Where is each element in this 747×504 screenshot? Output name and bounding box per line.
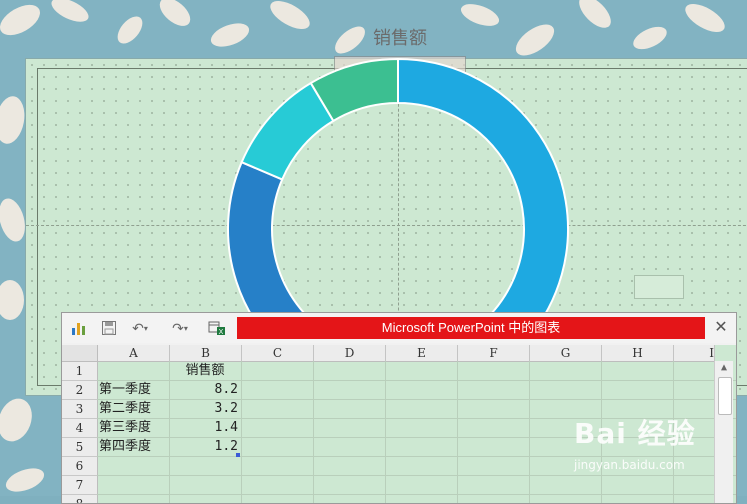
grid-line xyxy=(457,361,458,503)
column-header-e[interactable]: E xyxy=(386,345,458,362)
cell-a2[interactable]: 第一季度 xyxy=(99,381,169,399)
undo-icon[interactable]: ↶ ▾ xyxy=(128,319,152,337)
grid-line xyxy=(241,361,242,503)
save-icon[interactable] xyxy=(100,319,118,337)
column-header-g[interactable]: G xyxy=(530,345,602,362)
cell-a5[interactable]: 第四季度 xyxy=(99,438,169,456)
cell-b3[interactable]: 3.2 xyxy=(170,400,238,418)
row-header-6[interactable]: 6 xyxy=(62,457,98,476)
column-header-b[interactable]: B xyxy=(170,345,242,362)
row-header-7[interactable]: 7 xyxy=(62,476,98,495)
baidu-watermark: Bai 经验 jingyan.baidu.com xyxy=(572,412,742,488)
select-all-corner[interactable] xyxy=(62,345,98,362)
grid-line xyxy=(529,361,530,503)
fill-handle[interactable] xyxy=(236,453,240,457)
redo-icon[interactable]: ↷ ▾ xyxy=(168,319,192,337)
edit-in-excel-icon[interactable]: X xyxy=(208,319,226,337)
scroll-up-arrow-icon[interactable]: ▲ xyxy=(715,361,733,375)
row-header-5[interactable]: 5 xyxy=(62,438,98,457)
chart-icon[interactable] xyxy=(70,319,88,337)
grid-line xyxy=(97,494,736,495)
row-header-4[interactable]: 4 xyxy=(62,419,98,438)
horizontal-guide xyxy=(26,225,747,226)
chart-title[interactable]: 销售额 xyxy=(0,24,747,50)
column-header-d[interactable]: D xyxy=(314,345,386,362)
cell-a3[interactable]: 第二季度 xyxy=(99,400,169,418)
watermark-url: jingyan.baidu.com xyxy=(574,458,685,472)
cell-b1[interactable]: 销售额 xyxy=(170,362,240,380)
grid-line xyxy=(313,361,314,503)
row-header-2[interactable]: 2 xyxy=(62,381,98,400)
row-header-3[interactable]: 3 xyxy=(62,400,98,419)
window-title: Microsoft PowerPoint 中的图表 xyxy=(237,317,705,339)
row-header-1[interactable]: 1 xyxy=(62,362,98,381)
cell-b4[interactable]: 1.4 xyxy=(170,419,238,437)
close-button[interactable]: ✕ xyxy=(712,318,730,338)
column-header-a[interactable]: A xyxy=(98,345,170,362)
column-header-i[interactable]: I xyxy=(674,345,715,362)
column-header-h[interactable]: H xyxy=(602,345,674,362)
watermark-logo: Bai 经验 xyxy=(574,417,696,450)
svg-text:X: X xyxy=(219,329,224,336)
legend-placeholder[interactable] xyxy=(634,275,684,299)
sheet-toolbar: ↶ ▾ ↷ ▾ X Microsoft PowerPoint 中的图表 ✕ xyxy=(62,313,736,343)
cell-b2[interactable]: 8.2 xyxy=(170,381,238,399)
cell-a4[interactable]: 第三季度 xyxy=(99,419,169,437)
grid-line xyxy=(385,361,386,503)
chart-title-selection[interactable] xyxy=(334,56,466,76)
row-header-8[interactable]: 8 xyxy=(62,495,98,503)
column-header-f[interactable]: F xyxy=(458,345,530,362)
column-header-c[interactable]: C xyxy=(242,345,314,362)
scroll-thumb[interactable] xyxy=(718,377,732,415)
cell-b5[interactable]: 1.2 xyxy=(170,438,238,456)
